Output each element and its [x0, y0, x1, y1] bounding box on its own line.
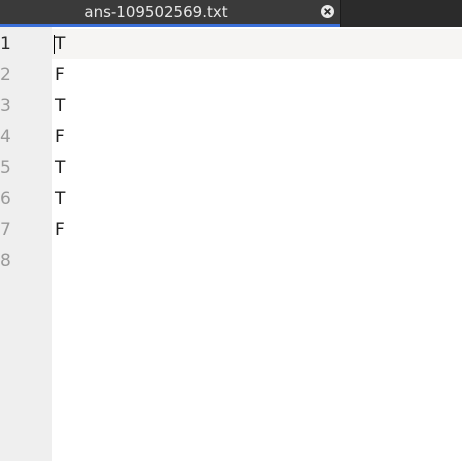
line-number: 3: [0, 96, 11, 116]
text-line[interactable]: F: [55, 215, 65, 246]
line-number: 6: [0, 189, 11, 209]
text-line[interactable]: T: [55, 91, 65, 122]
line-number: 4: [0, 127, 11, 147]
text-line[interactable]: T: [55, 184, 65, 215]
text-editor-window: ans-109502569.txt 1 2 3 4 5 6 7 8 T F T …: [0, 0, 462, 461]
editor-area[interactable]: 1 2 3 4 5 6 7 8 T F T F T T F: [0, 27, 462, 461]
line-number: 1: [0, 34, 11, 54]
tab-ans-file[interactable]: ans-109502569.txt: [0, 0, 340, 24]
text-cursor: [54, 35, 55, 54]
line-number: 7: [0, 220, 11, 240]
line-number: 2: [0, 65, 11, 85]
current-line-highlight: [52, 29, 462, 59]
line-number: 5: [0, 158, 11, 178]
text-line[interactable]: F: [55, 122, 65, 153]
tab-divider: [340, 0, 341, 27]
text-line[interactable]: F: [55, 60, 65, 91]
tab-title: ans-109502569.txt: [84, 3, 228, 21]
close-icon[interactable]: [321, 5, 334, 18]
text-line[interactable]: T: [55, 29, 65, 60]
line-number-gutter: 1 2 3 4 5 6 7 8: [0, 27, 52, 461]
line-number: 8: [0, 251, 11, 271]
text-line[interactable]: T: [55, 153, 65, 184]
tab-bar: ans-109502569.txt: [0, 0, 462, 27]
